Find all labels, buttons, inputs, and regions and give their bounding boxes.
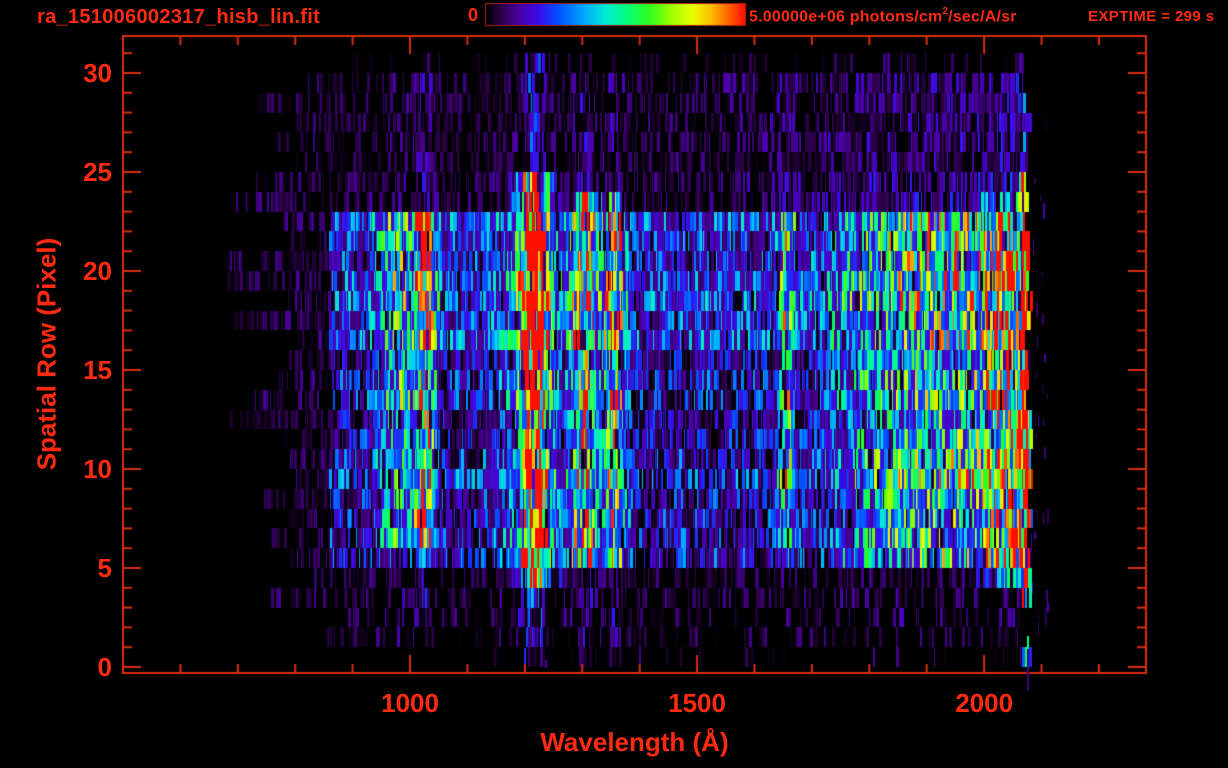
colorbar-units-superscript: 2 [942,6,949,17]
spectrogram-canvas [0,0,1228,768]
file-title: ra_151006002317_hisb_lin.fit [37,6,321,28]
y-tick-label: 15 [83,355,112,385]
y-tick-label: 5 [97,553,112,583]
colorbar-min-label: 0 [467,5,478,25]
colorbar-max-value: 5.00000e+06 [749,8,846,26]
y-tick-label: 20 [83,256,112,286]
spectrogram-viewer-window: ra_151006002317_hisb_lin.fit 0 5.00000e+… [0,0,1228,768]
y-tick-label: 30 [83,58,112,88]
colorbar-max-label: 5.00000e+06 photons/cm2/sec/A/sr [749,6,1017,26]
x-axis-title: Wavelength (Å) [540,727,729,757]
exptime-label: EXPTIME = 299 s [1088,8,1215,25]
y-tick-label: 10 [83,454,112,484]
colorbar-units-pre: photons/cm [845,8,943,26]
colorbar-units-post: /sec/A/sr [948,8,1017,26]
x-tick-label: 1000 [381,688,439,718]
x-tick-label: 1500 [668,688,726,718]
y-tick-label: 25 [83,157,112,187]
y-tick-label: 0 [97,652,112,682]
x-tick-label: 2000 [955,688,1014,718]
